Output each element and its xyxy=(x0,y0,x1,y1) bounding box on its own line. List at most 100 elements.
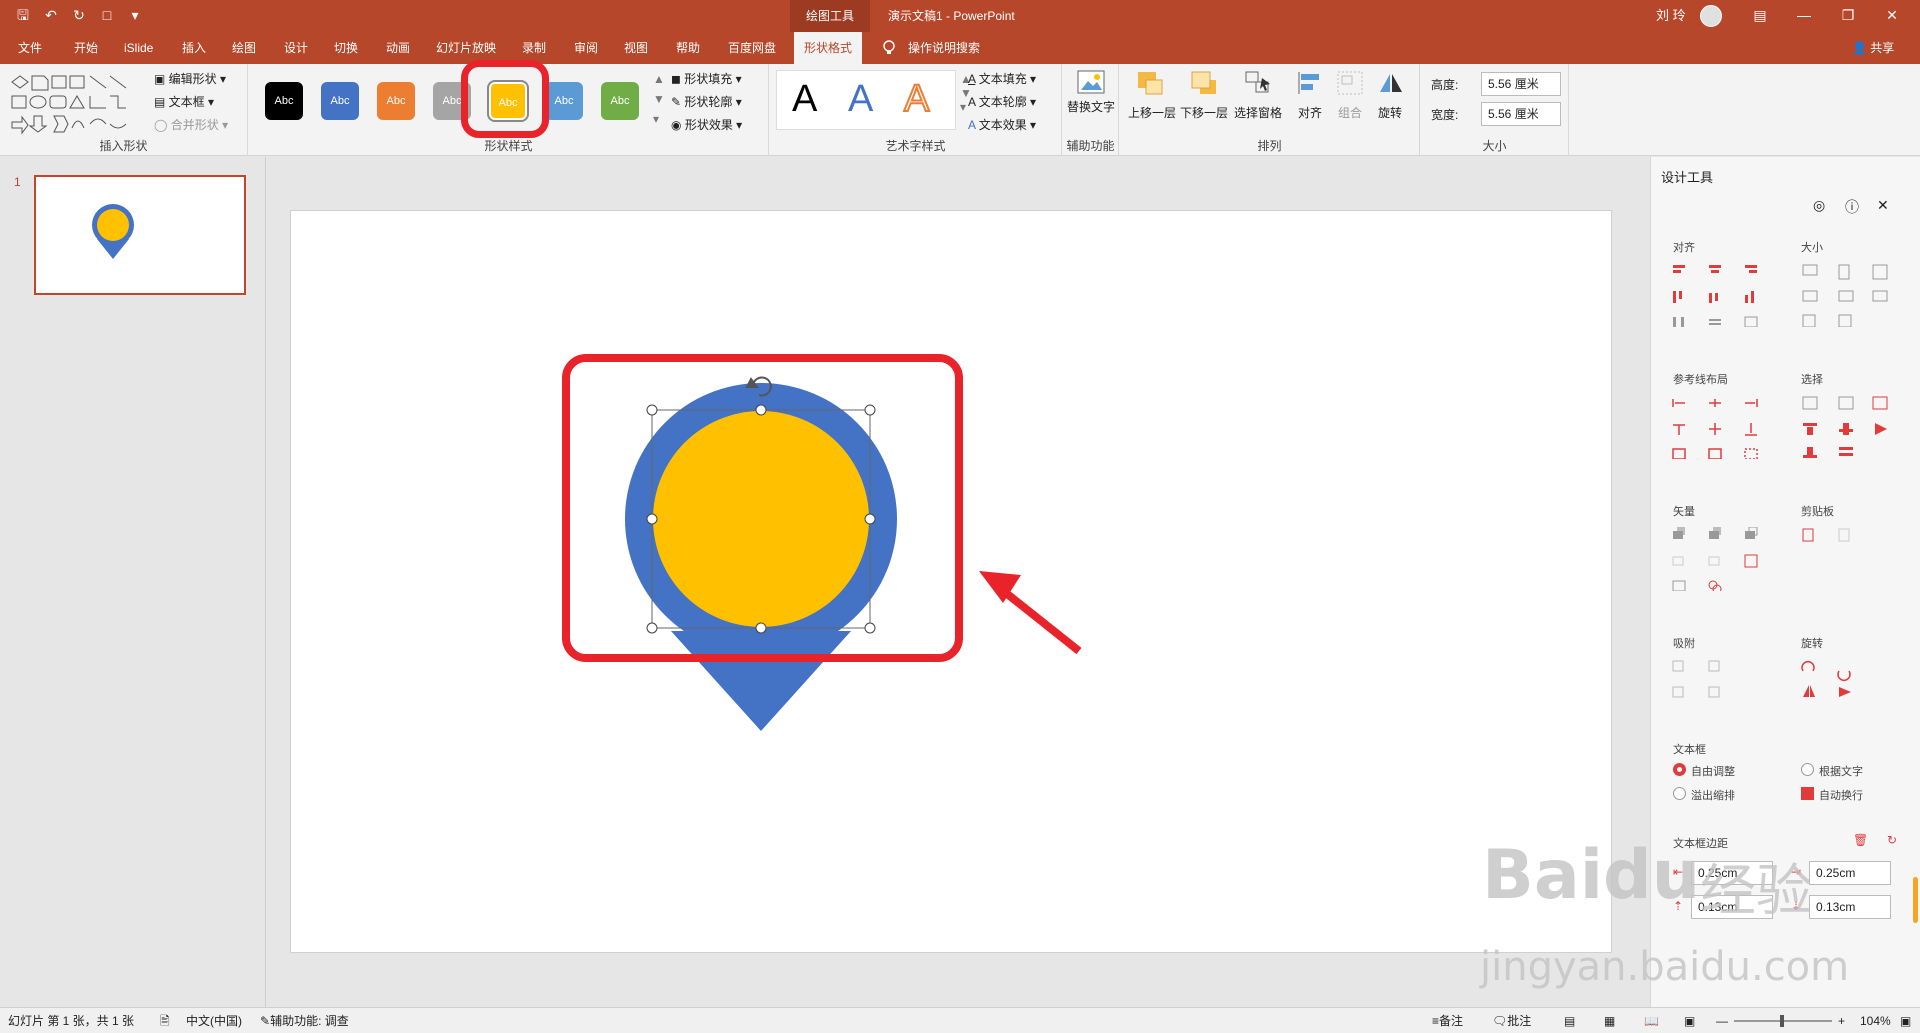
shape-gallery[interactable] xyxy=(10,72,145,134)
pane-help-icon[interactable]: ⓘ xyxy=(1845,197,1859,217)
language-indicator[interactable]: 中文(中国) xyxy=(186,1008,242,1033)
style-swatch-light-blue[interactable]: Abc xyxy=(545,82,583,120)
style-swatch-black[interactable]: Abc xyxy=(265,82,303,120)
overflow-radio[interactable] xyxy=(1673,787,1686,800)
pane-scrollbar[interactable] xyxy=(1913,877,1918,923)
customize-icon[interactable]: ▾ xyxy=(126,6,144,24)
selection-pane-icon[interactable] xyxy=(1244,70,1272,96)
margin-right-input[interactable]: 0.25cm xyxy=(1809,861,1891,885)
share-button[interactable]: 👤 共享 xyxy=(1852,32,1894,64)
styles-scroll-down[interactable]: ▼ xyxy=(653,92,665,106)
text-effects-button[interactable]: A 文本效果 ▾ xyxy=(968,116,1036,133)
vector-icons[interactable] xyxy=(1671,527,1771,591)
text-box-button[interactable]: ▤ 文本框 ▾ xyxy=(154,93,214,110)
pane-close-icon[interactable]: ✕ xyxy=(1877,197,1889,214)
spellcheck-icon[interactable]: 🖹 xyxy=(160,1008,170,1033)
comments-button[interactable]: 🗨 批注 xyxy=(1492,1008,1531,1033)
annotation-arrow-icon xyxy=(979,571,1082,655)
tab-file[interactable]: 文件 xyxy=(14,32,46,64)
rotate-icon[interactable] xyxy=(1376,70,1404,96)
redo-icon[interactable]: ↻ xyxy=(70,6,88,24)
style-swatch-blue[interactable]: Abc xyxy=(321,82,359,120)
accessibility-status[interactable]: ✎ 辅助功能: 调查 xyxy=(260,1008,349,1033)
align-label[interactable]: 对齐 xyxy=(1298,104,1322,121)
tab-animations[interactable]: 动画 xyxy=(382,32,414,64)
selection-pane-label[interactable]: 选择窗格 xyxy=(1234,104,1282,121)
slide-thumbnail[interactable] xyxy=(34,175,246,295)
wordart-black[interactable]: A xyxy=(792,78,817,121)
avatar[interactable] xyxy=(1700,5,1722,27)
group-icon[interactable] xyxy=(1336,70,1364,96)
align-icon[interactable] xyxy=(1296,70,1324,96)
styles-scroll-up[interactable]: ▲ xyxy=(653,72,665,86)
tell-me-search[interactable]: 操作说明搜索 xyxy=(904,32,984,64)
close-icon[interactable]: ✕ xyxy=(1870,0,1914,32)
text-outline-button[interactable]: A 文本轮廓 ▾ xyxy=(968,93,1036,110)
tab-review[interactable]: 审阅 xyxy=(570,32,602,64)
shape-outline-button[interactable]: ✎ 形状轮廓 ▾ xyxy=(671,93,742,110)
zoom-level[interactable]: 104% xyxy=(1860,1008,1891,1033)
slideshow-view-icon[interactable]: ▣ xyxy=(1684,1008,1695,1033)
wrap-checkbox[interactable] xyxy=(1801,787,1814,800)
tab-insert[interactable]: 插入 xyxy=(178,32,210,64)
ribbon-display-icon[interactable]: ▤ xyxy=(1738,0,1782,32)
rotate-label[interactable]: 旋转 xyxy=(1378,104,1402,121)
alt-text-icon[interactable] xyxy=(1077,70,1105,96)
tab-baidu-netdisk[interactable]: 百度网盘 xyxy=(724,32,780,64)
auto-fit-radio[interactable] xyxy=(1673,763,1686,776)
snap-icons[interactable] xyxy=(1671,659,1731,699)
zoom-slider-thumb[interactable] xyxy=(1780,1015,1784,1027)
style-swatch-orange[interactable]: Abc xyxy=(377,82,415,120)
width-input[interactable]: 5.56 厘米 xyxy=(1481,102,1561,126)
undo-icon[interactable]: ↶ xyxy=(42,6,60,24)
text-fill-button[interactable]: A 文本填充 ▾ xyxy=(968,70,1036,87)
tab-view[interactable]: 视图 xyxy=(620,32,652,64)
clipboard-icons[interactable] xyxy=(1801,527,1861,547)
shape-fill-button[interactable]: ◼ 形状填充 ▾ xyxy=(671,70,742,87)
zoom-slider[interactable] xyxy=(1734,1015,1832,1027)
tab-transitions[interactable]: 切换 xyxy=(330,32,362,64)
save-icon[interactable]: 🖫 xyxy=(14,6,32,24)
group-label[interactable]: 组合 xyxy=(1338,104,1362,121)
tab-design[interactable]: 设计 xyxy=(280,32,312,64)
send-backward-label[interactable]: 下移一层 xyxy=(1180,104,1228,121)
tab-home[interactable]: 开始 xyxy=(70,32,102,64)
fit-slide-icon[interactable]: ▣ xyxy=(1900,1008,1911,1033)
slideshow-icon[interactable]: □ xyxy=(98,6,116,24)
reset-margins-icon[interactable]: 🗑 xyxy=(1853,833,1868,847)
zoom-out-icon[interactable]: — xyxy=(1716,1008,1728,1033)
refresh-icon[interactable]: ↻ xyxy=(1887,833,1897,847)
minimize-icon[interactable]: — xyxy=(1782,0,1826,32)
height-input[interactable]: 5.56 厘米 xyxy=(1481,72,1561,96)
slide-sorter-icon[interactable]: ▦ xyxy=(1604,1008,1615,1033)
align-icons[interactable] xyxy=(1671,263,1771,327)
guide-icons[interactable] xyxy=(1671,395,1771,459)
tab-shape-format[interactable]: 形状格式 xyxy=(794,32,863,64)
wordart-orange-outline[interactable]: A xyxy=(903,77,930,121)
normal-view-icon[interactable]: ▤ xyxy=(1564,1008,1575,1033)
shape-effects-button[interactable]: ◉ 形状效果 ▾ xyxy=(671,116,742,133)
margin-bottom-input[interactable]: 0.13cm xyxy=(1809,895,1891,919)
bring-forward-label[interactable]: 上移一层 xyxy=(1128,104,1176,121)
tab-help[interactable]: 帮助 xyxy=(672,32,704,64)
slide-canvas[interactable] xyxy=(290,210,1612,953)
tab-islide[interactable]: iSlide xyxy=(120,32,157,64)
style-swatch-green[interactable]: Abc xyxy=(601,82,639,120)
notes-button[interactable]: ≡ 备注 xyxy=(1432,1008,1463,1033)
styles-more[interactable]: ▾ xyxy=(653,112,659,126)
send-backward-icon[interactable] xyxy=(1190,70,1218,96)
edit-shape-button[interactable]: ▣ 编辑形状 ▾ xyxy=(154,70,226,87)
restore-icon[interactable]: ❐ xyxy=(1826,0,1870,32)
select-icons[interactable] xyxy=(1801,395,1891,459)
bring-forward-icon[interactable] xyxy=(1136,70,1164,96)
user-name[interactable]: 刘 玲 xyxy=(1656,0,1686,32)
size-icons[interactable] xyxy=(1801,263,1891,327)
fit-text-radio[interactable] xyxy=(1801,763,1814,776)
wordart-blue[interactable]: A xyxy=(848,78,873,121)
zoom-in-icon[interactable]: + xyxy=(1838,1008,1845,1033)
rotate-pane-icons[interactable] xyxy=(1801,659,1861,699)
tab-draw[interactable]: 绘图 xyxy=(228,32,260,64)
merge-shapes-button[interactable]: ◯ 合并形状 ▾ xyxy=(154,116,228,133)
pane-settings-icon[interactable]: ◎ xyxy=(1813,197,1825,214)
reading-view-icon[interactable]: 📖 xyxy=(1644,1008,1659,1033)
